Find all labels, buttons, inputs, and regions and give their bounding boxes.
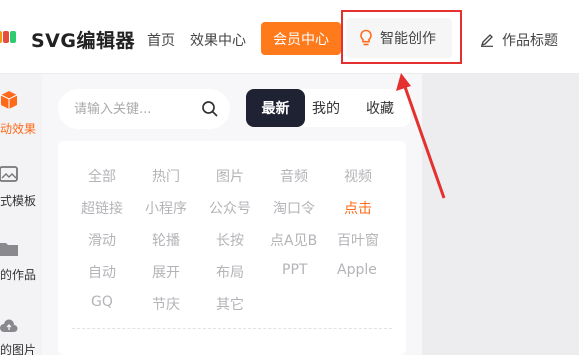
tag-hot[interactable]: 热门	[152, 166, 180, 186]
tag-click-a-show-b[interactable]: 点A见B	[270, 230, 317, 250]
tag-swipe[interactable]: 滑动	[88, 230, 116, 250]
tag-gq[interactable]: GQ	[91, 294, 113, 310]
search-icon[interactable]	[201, 100, 219, 118]
tag-miniprogram[interactable]: 小程序	[145, 198, 187, 218]
ai-create-tab[interactable]: 智能创作	[346, 18, 452, 58]
tag-taobao-code[interactable]: 淘口令	[273, 198, 315, 218]
work-title-label: 作品标题	[502, 33, 558, 49]
ai-create-label: 智能创作	[380, 31, 436, 47]
tag-apple[interactable]: Apple	[337, 262, 377, 278]
tag-layout[interactable]: 布局	[216, 262, 244, 282]
tag-audio[interactable]: 音频	[280, 166, 308, 186]
canvas-area	[422, 74, 579, 355]
tag-click[interactable]: 点击	[344, 198, 372, 218]
nav-effects-center[interactable]: 效果中心	[190, 30, 246, 50]
pencil-icon	[480, 34, 493, 47]
card-divider	[72, 328, 392, 329]
member-center-button[interactable]: 会员中心	[261, 22, 341, 55]
segment-latest[interactable]: 最新	[246, 89, 305, 127]
tag-long-press[interactable]: 长按	[216, 230, 244, 250]
cube-icon	[0, 91, 18, 109]
top-bar: SVG编辑器 首页 效果中心 会员中心 智能创作 作品标题	[0, 0, 579, 74]
tag-auto[interactable]: 自动	[88, 262, 116, 282]
work-title-field[interactable]: 作品标题	[480, 30, 558, 50]
tag-all[interactable]: 全部	[88, 166, 116, 186]
search-input[interactable]	[74, 98, 184, 120]
sidebar-item-label: 的图片	[0, 343, 37, 355]
tag-expand[interactable]: 展开	[152, 262, 180, 282]
tag-ppt[interactable]: PPT	[282, 262, 307, 278]
tag-official-account[interactable]: 公众号	[209, 198, 251, 218]
segment-mine[interactable]: 我的	[305, 89, 347, 127]
search-box	[58, 89, 230, 129]
tag-other[interactable]: 其它	[216, 294, 244, 314]
sidebar-item-label: 的作品	[0, 268, 37, 282]
sidebar	[0, 74, 42, 355]
image-frame-icon	[0, 166, 18, 182]
tag-image[interactable]: 图片	[216, 166, 244, 186]
segment-favorites[interactable]: 收藏	[351, 89, 409, 127]
cloud-upload-icon	[0, 319, 18, 332]
nav-home[interactable]: 首页	[147, 30, 175, 50]
sidebar-item-label: 动效果	[0, 122, 37, 136]
tag-blinds[interactable]: 百叶窗	[337, 230, 379, 250]
brand-title: SVG编辑器	[31, 30, 135, 52]
tag-festival[interactable]: 节庆	[152, 294, 180, 314]
tag-video[interactable]: 视频	[344, 166, 372, 186]
sidebar-item-label: 式模板	[0, 194, 37, 208]
folder-icon	[0, 243, 18, 256]
lightbulb-icon	[360, 29, 372, 46]
logo-icon	[0, 31, 16, 43]
tag-hyperlink[interactable]: 超链接	[81, 198, 123, 218]
filter-segment: 最新 我的 收藏	[246, 89, 410, 127]
tag-carousel[interactable]: 轮播	[152, 230, 180, 250]
